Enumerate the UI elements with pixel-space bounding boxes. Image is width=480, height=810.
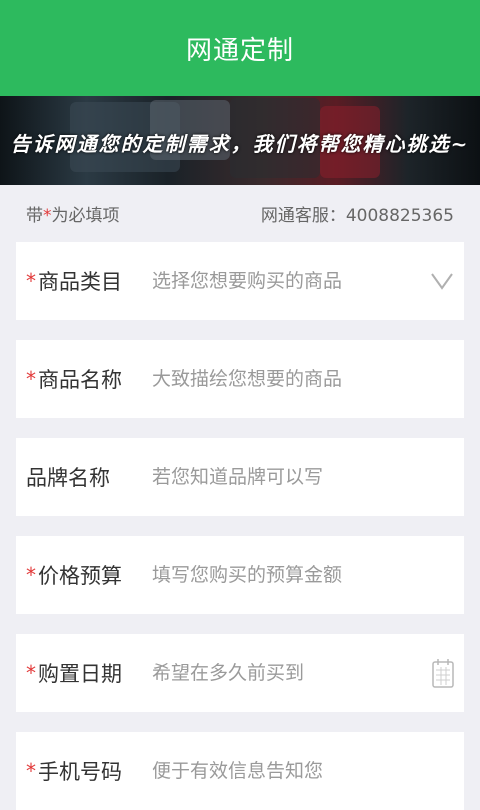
phone-input[interactable] <box>152 760 464 782</box>
calendar-icon[interactable] <box>432 658 454 688</box>
banner-slogan: 告诉网通您的定制需求，我们将帮您精心挑选~ <box>10 132 470 156</box>
budget-label-text: 价格预算 <box>38 564 122 588</box>
custom-order-form: * 商品类目 * 商品名称 品牌名称 * 价格预算 * 购置日期 <box>0 242 480 810</box>
product-name-label-text: 商品名称 <box>38 368 122 392</box>
purchase-date-row[interactable]: * 购置日期 <box>16 634 464 712</box>
page-title: 网通定制 <box>185 35 294 66</box>
category-row[interactable]: * 商品类目 <box>16 242 464 320</box>
product-name-row[interactable]: * 商品名称 <box>16 340 464 418</box>
required-notice-suffix: 为必填项 <box>51 206 120 226</box>
budget-row[interactable]: * 价格预算 <box>16 536 464 614</box>
required-notice-prefix: 带 <box>26 206 43 226</box>
required-star: * <box>43 206 52 226</box>
required-notice-bar: 带*为必填项 网通客服：4008825365 <box>0 185 480 242</box>
purchase-date-label: * 购置日期 <box>16 658 152 688</box>
required-star: * <box>26 759 36 783</box>
brand-name-row[interactable]: 品牌名称 <box>16 438 464 516</box>
product-name-label: * 商品名称 <box>16 364 152 394</box>
brand-name-label-text: 品牌名称 <box>26 466 110 490</box>
required-star: * <box>26 661 36 685</box>
budget-input[interactable] <box>152 564 464 586</box>
brand-name-input[interactable] <box>152 466 464 488</box>
purchase-date-label-text: 购置日期 <box>38 662 122 686</box>
budget-label: * 价格预算 <box>16 560 152 590</box>
brand-name-label: 品牌名称 <box>16 462 152 492</box>
required-notice: 带*为必填项 <box>26 201 120 226</box>
required-star: * <box>26 367 36 391</box>
promo-banner[interactable]: 告诉网通您的定制需求，我们将帮您精心挑选~ <box>0 96 480 185</box>
customer-service-hotline[interactable]: 网通客服：4008825365 <box>261 201 454 226</box>
category-label-text: 商品类目 <box>38 270 122 294</box>
required-star: * <box>26 269 36 293</box>
purchase-date-input[interactable] <box>152 662 464 684</box>
category-select[interactable] <box>152 270 464 292</box>
category-label: * 商品类目 <box>16 266 152 296</box>
chevron-down-icon[interactable] <box>430 268 454 292</box>
phone-row[interactable]: * 手机号码 <box>16 732 464 810</box>
phone-label: * 手机号码 <box>16 756 152 786</box>
required-star: * <box>26 563 36 587</box>
product-name-input[interactable] <box>152 368 464 390</box>
phone-label-text: 手机号码 <box>38 760 122 784</box>
title-bar: 网通定制 <box>0 0 480 96</box>
